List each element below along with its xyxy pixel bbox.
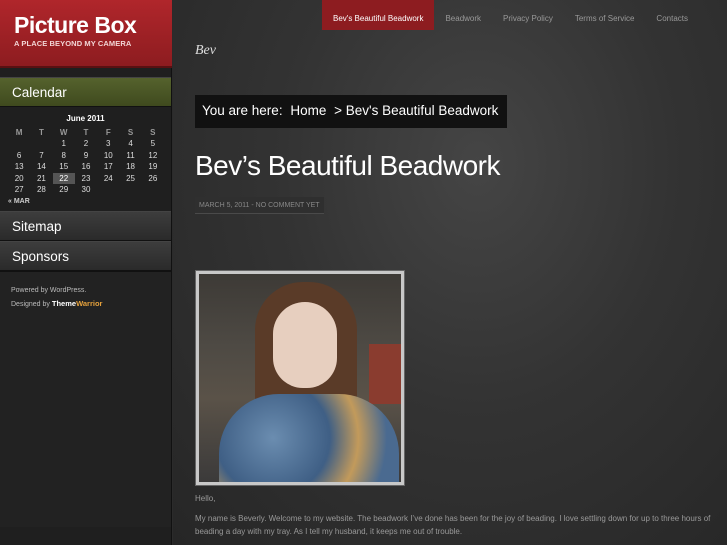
calendar-day: 29 — [59, 185, 69, 195]
footer-credits: Powered by WordPress. Designed by ThemeW… — [0, 272, 171, 311]
main-content: Bev You are here: Home > Bev's Beautiful… — [173, 0, 727, 545]
calendar-day: 21 — [36, 173, 46, 183]
calendar-day — [119, 184, 141, 196]
calendar-day: 27 — [14, 185, 24, 195]
top-navigation: Bev's Beautiful Beadwork Beadwork Privacy … — [322, 0, 699, 30]
nav-item-3[interactable]: Terms of Service — [564, 0, 646, 30]
post-body: Hello, My name is Beverly. Welcome to my… — [195, 492, 720, 545]
post-paragraph: My name is Beverly. Welcome to my websit… — [195, 514, 711, 536]
calendar-weekday: M — [15, 127, 23, 137]
nav-item-4[interactable]: Contacts — [645, 0, 699, 30]
calendar-day: 26 — [148, 173, 158, 183]
calendar-weekday-row: MTWTFSS — [8, 126, 164, 138]
blog-name: Bev — [195, 43, 216, 58]
calendar-days: 1 2 3 4 5 6 7 8 9 10 11 12 13 14 15 16 17 18 19 20 21 22 23 24 2… — [8, 138, 164, 196]
calendar-week-row: 1 2 3 4 5 — [8, 138, 164, 150]
sponsors-widget: Powered by WordPress. Designed by ThemeW… — [0, 270, 171, 527]
designed-by-line: Designed by ThemeWarrior — [11, 297, 171, 311]
nav-item-1[interactable]: Beadwork — [434, 0, 492, 30]
brand-part-b: Warrior — [76, 298, 103, 308]
calendar-day: 6 — [16, 150, 22, 160]
post-meta: MARCH 5, 2011 - NO COMMENT YET — [195, 197, 324, 214]
calendar-day: 4 — [128, 139, 133, 149]
calendar-week-row: 27 28 29 30 — [8, 184, 164, 196]
calendar-day: 5 — [150, 139, 156, 149]
calendar-weekday: T — [38, 127, 44, 137]
breadcrumb-prefix: You are here: — [202, 103, 283, 118]
calendar-weekday: T — [83, 127, 89, 137]
calendar-widget: June 2011 MTWTFSS 1 2 3 4 5 6 7 8 9 10 11 12 13 14 15 1… — [0, 107, 171, 211]
post-photo — [195, 270, 405, 486]
calendar-weekday: S — [150, 127, 156, 137]
calendar-widget-title: Calendar — [0, 77, 171, 107]
calendar-day: 1 — [61, 139, 66, 149]
calendar-day: 12 — [148, 150, 158, 160]
themewarrior-logo[interactable]: ThemeWarrior — [52, 299, 103, 308]
breadcrumb-current[interactable]: > Bev's Beautiful Beadwork — [334, 103, 498, 118]
calendar-day: 25 — [126, 173, 135, 183]
calendar-day: 10 — [103, 150, 113, 160]
calendar-day: 11 — [126, 150, 135, 160]
calendar-day — [30, 138, 52, 150]
brand-part-a: Theme — [51, 298, 77, 308]
calendar-day: 2 — [83, 139, 89, 149]
calendar-day: 30 — [81, 185, 91, 195]
calendar-table: MTWTFSS 1 2 3 4 5 6 7 8 9 10 11 12 13 14 15 16 17 18 19 20 2… — [8, 126, 164, 196]
calendar-day: 7 — [39, 150, 44, 160]
calendar-day: 20 — [14, 173, 24, 183]
calendar-day: 14 — [36, 162, 46, 172]
calendar-day — [8, 138, 30, 150]
designed-by-prefix: Designed by — [11, 300, 50, 308]
calendar-day: 23 — [81, 173, 91, 183]
calendar-day: 17 — [103, 162, 113, 172]
sponsors-widget-title[interactable]: Sponsors — [0, 240, 171, 271]
nav-item-2[interactable]: Privacy Policy — [492, 0, 564, 30]
site-logo[interactable]: Picture Box A PLACE BEYOND MY CAMERA — [0, 0, 172, 68]
calendar-day — [142, 184, 164, 196]
post-title[interactable]: Bev’s Beautiful Beadwork — [195, 150, 501, 182]
calendar-week-row: 20 21 22 23 24 25 26 — [8, 172, 164, 184]
calendar-day: 19 — [148, 162, 158, 172]
nav-item-0[interactable]: Bev's Beautiful Beadwork — [322, 0, 435, 30]
calendar-week-row: 13 14 15 16 17 18 19 — [8, 161, 164, 173]
calendar-day: 24 — [103, 173, 113, 183]
calendar-day: 22 — [52, 172, 75, 184]
calendar-day — [97, 184, 119, 196]
calendar-day: 13 — [14, 162, 24, 172]
calendar-prev-month-link[interactable]: « MAR — [8, 198, 163, 205]
calendar-weekday: F — [105, 127, 111, 137]
powered-by-text: Powered by WordPress. — [11, 286, 87, 294]
sitemap-widget-title[interactable]: Sitemap — [0, 210, 171, 241]
calendar-day: 15 — [59, 162, 69, 172]
sidebar: Picture Box A PLACE BEYOND MY CAMERA Cal… — [0, 0, 172, 545]
breadcrumb-home-link[interactable]: Home — [290, 103, 326, 118]
calendar-day: 16 — [81, 162, 91, 172]
calendar-day: 8 — [61, 150, 66, 160]
calendar-day: 18 — [126, 162, 135, 172]
calendar-caption: June 2011 — [66, 114, 105, 123]
calendar-day: 9 — [83, 150, 89, 160]
portrait-image — [199, 274, 401, 482]
calendar-weekday: S — [127, 127, 134, 137]
calendar-week-row: 6 7 8 9 10 11 12 — [8, 150, 164, 162]
calendar-day: 28 — [36, 185, 46, 195]
calendar-day: 3 — [106, 139, 111, 149]
post-greeting: Hello, — [195, 494, 216, 503]
calendar-weekday: W — [59, 127, 68, 137]
site-tagline: A PLACE BEYOND MY CAMERA — [14, 39, 132, 48]
site-title[interactable]: Picture Box — [14, 12, 172, 38]
breadcrumb: You are here: Home > Bev's Beautiful Bea… — [195, 95, 507, 128]
